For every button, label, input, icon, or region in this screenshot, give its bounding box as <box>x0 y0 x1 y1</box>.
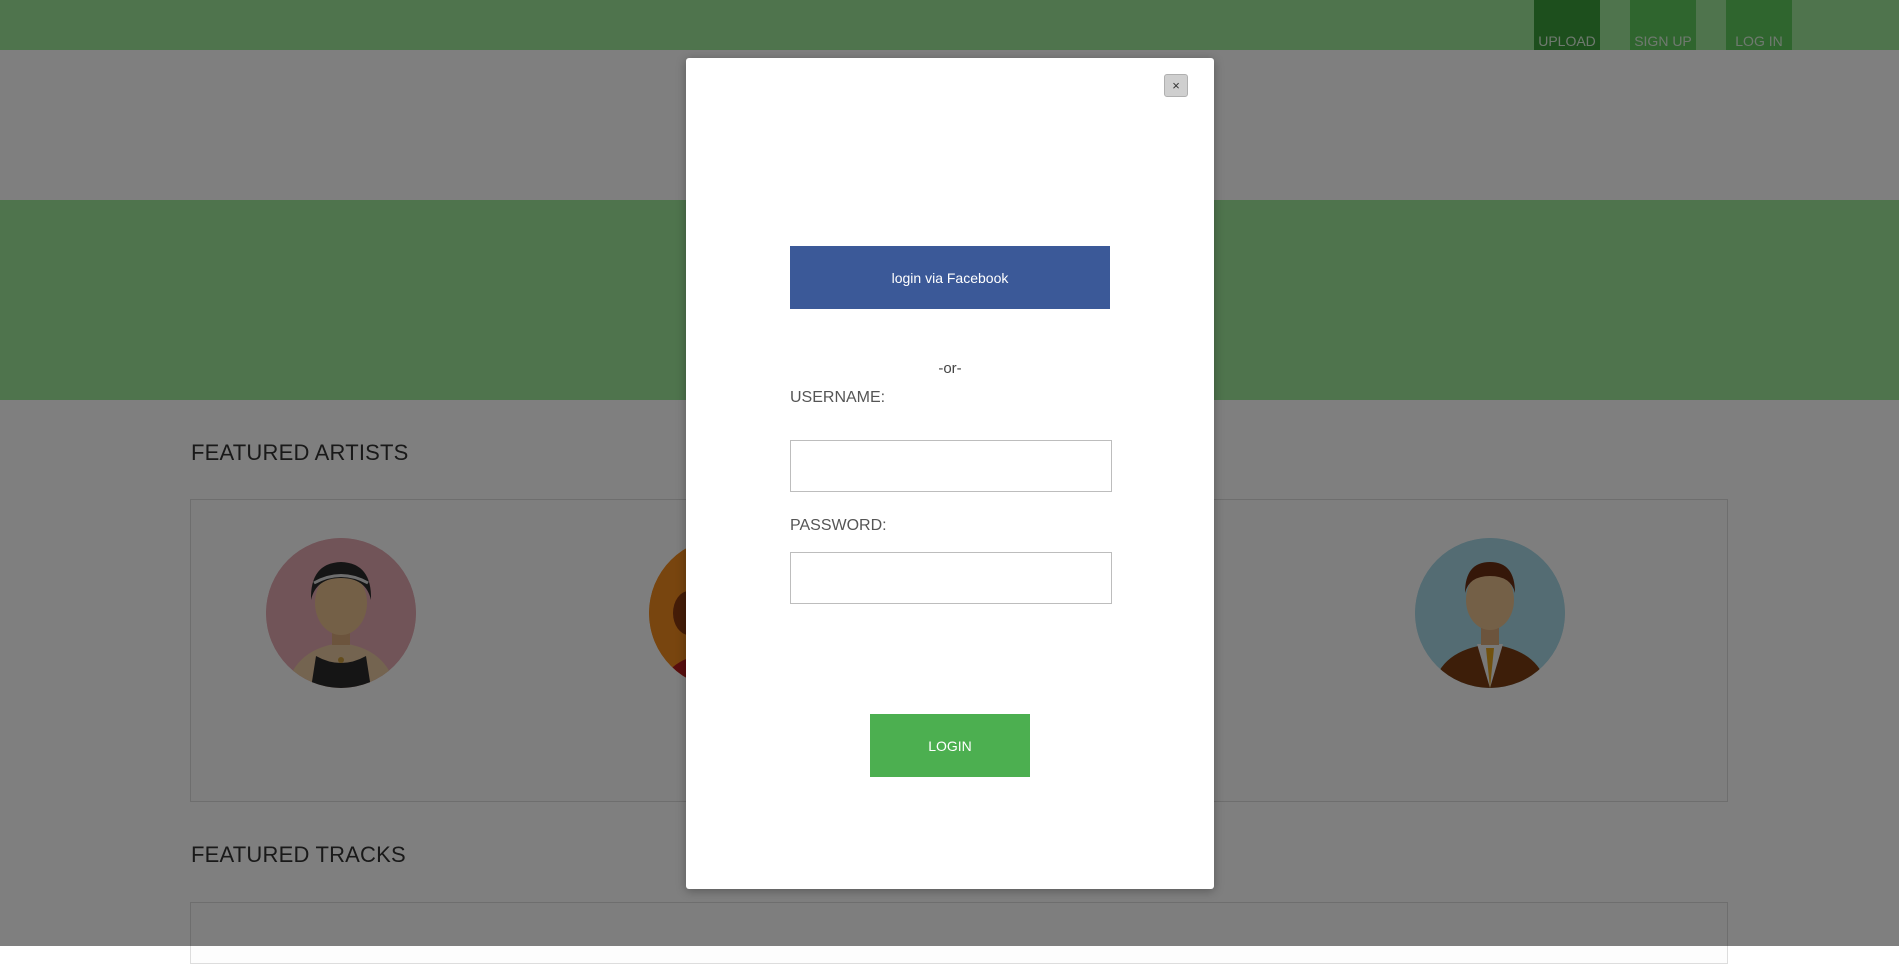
username-input[interactable] <box>790 440 1112 492</box>
login-modal: × login via Facebook -or- USERNAME: PASS… <box>686 58 1214 889</box>
facebook-login-button[interactable]: login via Facebook <box>790 246 1110 309</box>
close-icon: × <box>1172 78 1180 93</box>
login-button-label: LOGIN <box>928 737 972 754</box>
login-button[interactable]: LOGIN <box>870 714 1030 777</box>
password-input[interactable] <box>790 552 1112 604</box>
or-divider: -or- <box>938 360 962 377</box>
facebook-login-label: login via Facebook <box>891 269 1009 286</box>
username-label: USERNAME: <box>790 389 886 406</box>
close-button[interactable]: × <box>1164 74 1188 97</box>
password-label: PASSWORD: <box>790 517 887 534</box>
